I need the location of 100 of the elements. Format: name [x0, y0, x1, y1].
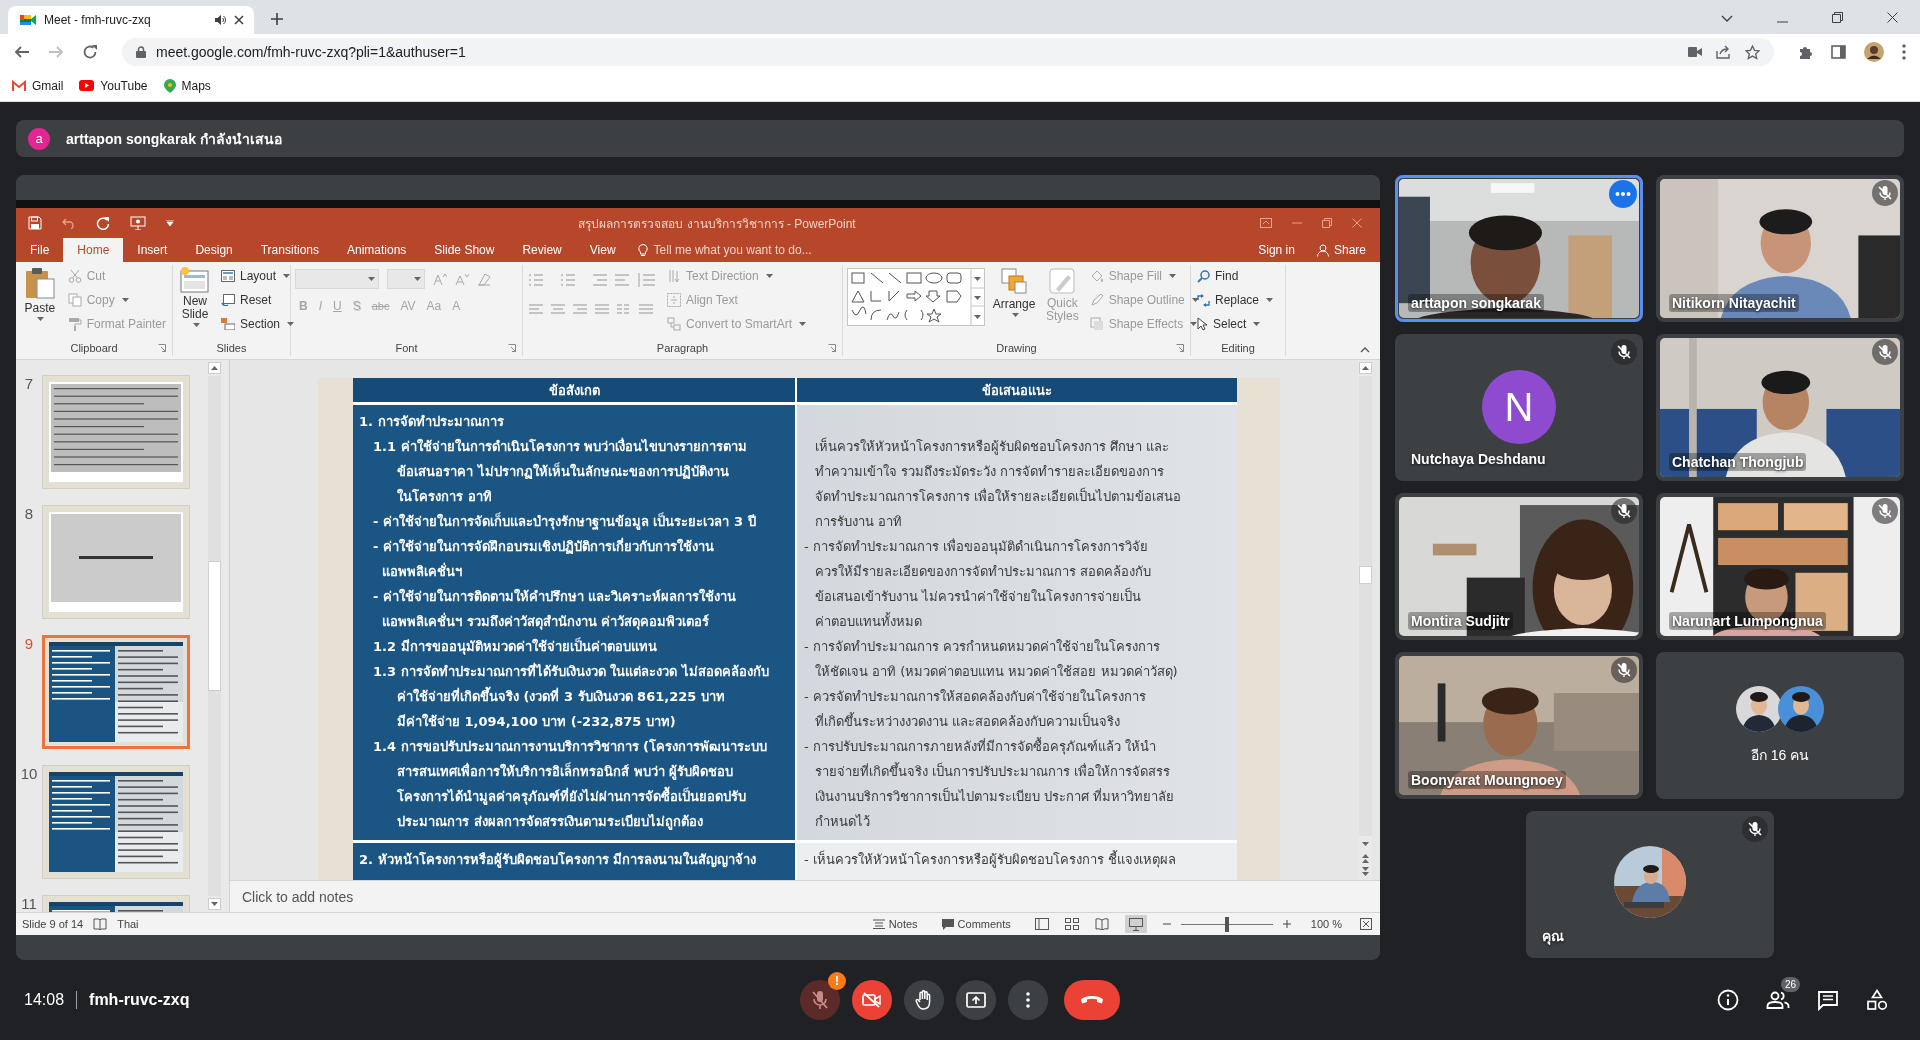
sign-in-link[interactable]: Sign in: [1244, 238, 1309, 262]
scroll-up-icon[interactable]: [1358, 362, 1372, 374]
ribbon-tab[interactable]: Animations: [333, 238, 421, 262]
warning-badge: !: [828, 972, 846, 990]
microphone-button[interactable]: [800, 980, 840, 1020]
slideshow-view-icon[interactable]: [1124, 915, 1147, 933]
close-icon[interactable]: [234, 15, 244, 25]
new-slide-button[interactable]: New Slide: [177, 265, 213, 329]
ribbon-tab[interactable]: Insert: [123, 238, 182, 262]
ribbon-tab[interactable]: Review: [508, 238, 576, 262]
scroll-down-icon[interactable]: [207, 898, 221, 910]
scrollbar-thumb[interactable]: [207, 561, 221, 691]
paste-button[interactable]: Paste: [20, 265, 60, 323]
present-button[interactable]: [956, 980, 996, 1020]
arrange-button[interactable]: Arrange: [991, 265, 1037, 319]
people-icon[interactable]: [1766, 991, 1790, 1009]
bookmark[interactable]: Gmail: [12, 78, 64, 93]
slider-thumb[interactable]: [1224, 916, 1229, 932]
back-icon[interactable]: [14, 44, 30, 60]
pen-icon: [1089, 293, 1104, 307]
reload-icon[interactable]: [82, 44, 98, 60]
save-icon[interactable]: [28, 216, 42, 230]
presenter-text: arttapon songkarak กำลังนำเสนอ: [66, 129, 282, 149]
ribbon-button[interactable]: Section: [219, 313, 297, 335]
ribbon-tab[interactable]: File: [16, 238, 64, 262]
share-icon[interactable]: [1716, 45, 1731, 59]
dialog-launcher-icon[interactable]: [1176, 344, 1184, 352]
zoom-slider[interactable]: [1180, 919, 1273, 929]
browser-tab[interactable]: Meet - fmh-ruvc-zxq: [8, 6, 254, 34]
bookmark[interactable]: YouTube: [79, 78, 148, 93]
presenter-screen-icon[interactable]: [130, 216, 146, 230]
undo-icon[interactable]: [62, 217, 76, 229]
language-label[interactable]: Thai: [117, 918, 139, 930]
cell-text: 1.1 ค่าใช้จ่ายในการดำเนินโครงการ พบว่าเงื่อนไขบางรายการตาม ข้อเสนอราคา ไม่ปรากฏให้เห็นในลักษณะของการปฏิบัติงาน ในโครงการ อาทิ: [372, 436, 749, 506]
notes-button[interactable]: Notes: [872, 918, 918, 930]
slide-number: 11: [20, 895, 38, 912]
leave-call-button[interactable]: [1064, 980, 1120, 1020]
scrollbar-thumb[interactable]: [1358, 566, 1372, 584]
cell-text: - ควรจัดทำประมาณการให้สอดคล้องกับค่าใช้จ่ายในโครงการ ที่เกิดขึ้นระหว่างงวดงาน และสอดคล้องกับความเป็นจริง: [803, 688, 1147, 731]
zoom-in-icon[interactable]: [1282, 920, 1291, 928]
slide-sorter-icon[interactable]: [1064, 918, 1079, 930]
ribbon-button[interactable]: Reset: [219, 289, 297, 311]
chevron-down-icon[interactable]: [1721, 15, 1733, 23]
customize-caret-icon[interactable]: [166, 220, 174, 226]
star-icon[interactable]: [1745, 44, 1760, 60]
mic-off-icon: [811, 990, 829, 1010]
more-options-button[interactable]: [1008, 980, 1048, 1020]
tell-me-search[interactable]: Tell me what you want to do...: [637, 238, 812, 262]
chat-icon[interactable]: [1817, 989, 1839, 1011]
text-direction-icon: [667, 269, 681, 283]
present-screen-icon: [966, 992, 986, 1008]
font-size-field[interactable]: [387, 269, 425, 289]
ribbon-tab[interactable]: Home: [63, 238, 124, 262]
ribbon-tab[interactable]: Design: [181, 238, 247, 262]
collapse-ribbon-icon[interactable]: [1360, 347, 1370, 353]
ribbon-button[interactable]: Layout: [219, 265, 297, 287]
ribbon-tab[interactable]: Slide Show: [420, 238, 509, 262]
bookmark[interactable]: Maps: [163, 78, 211, 93]
normal-view-icon[interactable]: [1034, 918, 1049, 930]
share-button[interactable]: Share: [1308, 238, 1380, 262]
zoom-level[interactable]: 100 %: [1310, 918, 1342, 930]
speaker-icon[interactable]: [214, 14, 226, 26]
activities-icon[interactable]: [1866, 989, 1888, 1011]
paint-bucket-icon: [1089, 269, 1104, 283]
raise-hand-button[interactable]: [904, 980, 944, 1020]
camera-button[interactable]: [852, 980, 892, 1020]
scroll-up-icon[interactable]: [207, 362, 221, 374]
new-tab-icon[interactable]: [270, 12, 284, 26]
copy-icon: [67, 293, 82, 307]
extensions-icon[interactable]: [1798, 44, 1813, 60]
fit-slide-icon[interactable]: [1360, 918, 1372, 930]
dialog-launcher-icon[interactable]: [828, 344, 836, 352]
ribbon-tab[interactable]: Transitions: [246, 238, 333, 262]
dialog-launcher-icon[interactable]: [508, 344, 516, 352]
slide-thumbnail[interactable]: [42, 375, 190, 489]
arrange-icon: [1000, 267, 1028, 295]
redo-icon[interactable]: [96, 216, 110, 230]
dialog-launcher-icon[interactable]: [158, 344, 166, 352]
close-icon[interactable]: [1887, 12, 1898, 23]
ribbon-tab[interactable]: View: [575, 238, 630, 262]
address-bar[interactable]: meet.google.com/fmh-ruvc-zxq?pli=1&authuser=1: [122, 38, 1774, 66]
comments-button[interactable]: Comments: [941, 918, 1011, 930]
ribbon-button[interactable]: Select: [1195, 313, 1276, 335]
slide-thumbnail[interactable]: [42, 635, 190, 749]
restore-icon[interactable]: [1832, 12, 1843, 23]
shapes-gallery[interactable]: [847, 268, 985, 326]
cell-text: 1. การจัดทำประมาณการ: [358, 413, 505, 431]
spell-check-icon[interactable]: [93, 917, 108, 931]
profile-avatar[interactable]: [1864, 42, 1884, 62]
ribbon-options-icon[interactable]: [1260, 218, 1272, 228]
reading-view-icon[interactable]: [1094, 918, 1109, 930]
side-panel-icon[interactable]: [1831, 45, 1846, 59]
info-icon[interactable]: [1717, 989, 1739, 1011]
camera-icon[interactable]: [1688, 47, 1702, 57]
menu-icon[interactable]: [1902, 44, 1906, 60]
caret-icon: [37, 317, 45, 321]
slide-thumbnail[interactable]: [42, 765, 190, 879]
more-options-icon[interactable]: [1609, 180, 1637, 208]
slide-thumbnail[interactable]: [42, 505, 190, 619]
smartart-icon: [667, 317, 681, 331]
